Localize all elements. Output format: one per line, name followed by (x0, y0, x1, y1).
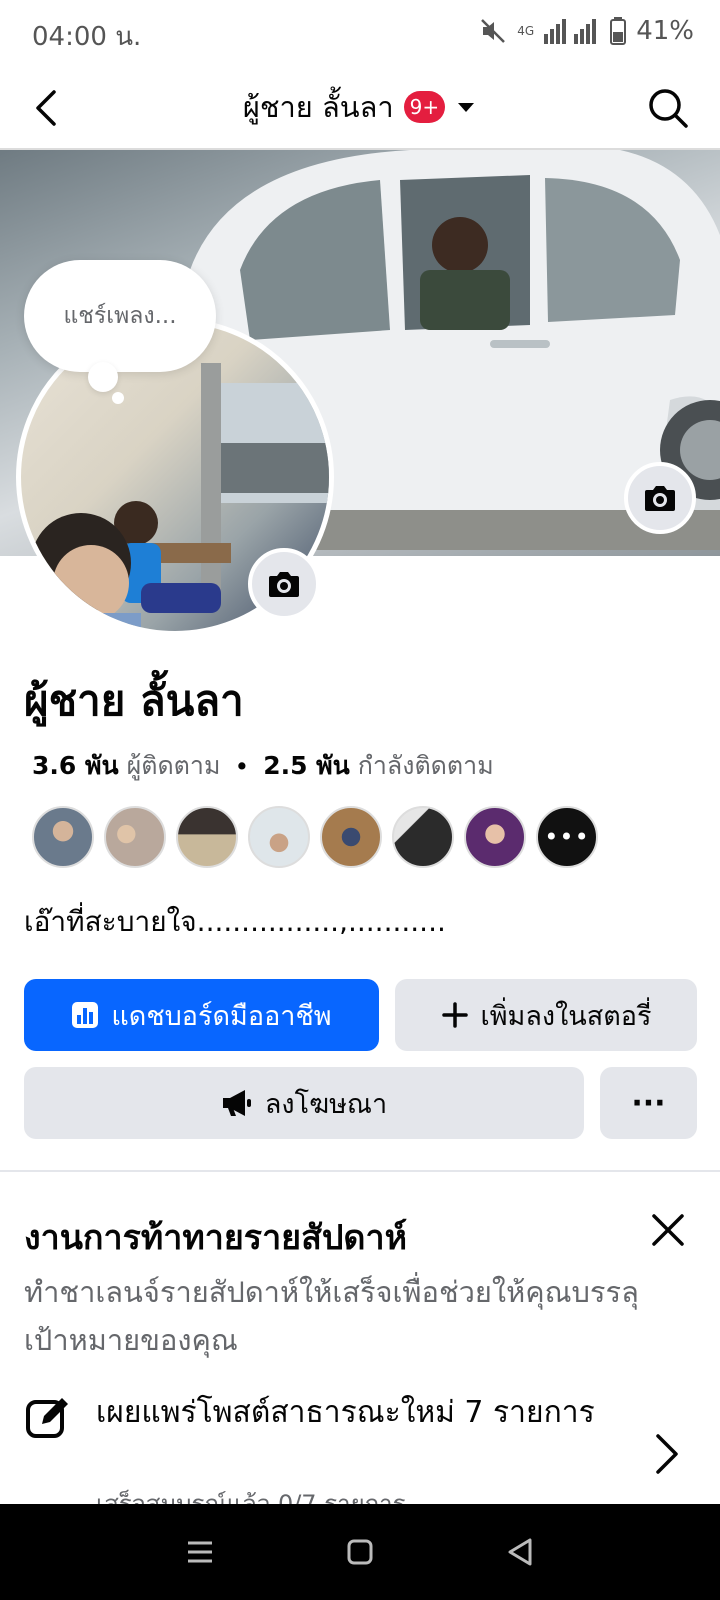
top-app-bar: ผู้ชาย ลั้นลา 9+ (0, 66, 720, 150)
friend-avatar[interactable] (464, 806, 526, 868)
header-title: ผู้ชาย ลั้นลา (242, 90, 394, 124)
following-count[interactable]: 2.5 พัน (263, 746, 350, 786)
followers-label[interactable]: ผู้ติดตาม (127, 746, 221, 786)
friend-avatar[interactable] (320, 806, 382, 868)
megaphone-icon (222, 1090, 251, 1116)
network-type: 4G (517, 24, 535, 38)
mute-icon (481, 19, 506, 43)
notification-badge: 9+ (403, 91, 446, 123)
stats-separator: • (234, 751, 250, 781)
home-square-icon (347, 1539, 373, 1565)
edit-avatar-button[interactable] (248, 548, 320, 620)
more-friends-button[interactable]: ••• (536, 806, 598, 868)
advertise-button[interactable]: ลงโฆษณา (24, 1067, 584, 1139)
dashboard-chart-icon (72, 1002, 99, 1028)
following-label[interactable]: กำลังติดตาม (358, 746, 494, 786)
edit-cover-button[interactable] (624, 462, 696, 534)
followers-count[interactable]: 3.6 พัน (32, 746, 119, 786)
advertise-label: ลงโฆษณา (264, 1088, 388, 1120)
challenge-description: ทำชาเลนจ์รายสัปดาห์ให้เสร็จเพื่อช่วยให้ค… (24, 1275, 639, 1357)
task-title[interactable]: เผยแพร่โพสต์สาธารณะใหม่ 7 รายการ (96, 1390, 616, 1436)
profile-bio: เอ๊าที่สะบายใจ................,.........… (24, 905, 446, 938)
search-icon (649, 89, 688, 128)
system-back-button[interactable] (498, 1530, 542, 1574)
battery-percent: 41% (636, 16, 694, 46)
edit-post-icon (26, 1398, 68, 1438)
recent-apps-button[interactable] (178, 1530, 222, 1574)
signal-icon (544, 19, 597, 44)
chevron-right-icon[interactable] (652, 1432, 682, 1476)
bubble-tail-small (112, 392, 124, 404)
close-challenge-button[interactable] (648, 1210, 688, 1250)
plus-icon (441, 1002, 468, 1028)
more-options-icon: ··· (631, 1085, 666, 1121)
challenge-title: งานการท้าทายรายสัปดาห์ (24, 1218, 407, 1258)
more-friends-icon: ••• (544, 823, 590, 851)
add-story-label: เพิ่มลงในสตอรี่ (480, 1000, 652, 1032)
friend-avatar[interactable] (32, 806, 94, 868)
profile-name: ผู้ชาย ลั้นลา (24, 676, 244, 725)
camera-icon (645, 486, 675, 511)
system-navigation-bar (0, 1504, 720, 1600)
friend-avatar[interactable] (176, 806, 238, 868)
professional-dashboard-button[interactable]: แดชบอร์ดมืออาชีพ (24, 979, 379, 1051)
bubble-text: แชร์เพลง... (63, 303, 177, 329)
status-time: 04:00 น. (32, 22, 142, 52)
add-to-story-button[interactable]: เพิ่มลงในสตอรี่ (395, 979, 697, 1051)
friend-avatar[interactable] (392, 806, 454, 868)
share-song-bubble[interactable]: แชร์เพลง... (24, 260, 216, 372)
profile-switcher[interactable]: ผู้ชาย ลั้นลา 9+ (0, 84, 720, 130)
search-button[interactable] (646, 86, 690, 130)
follow-stats: 3.6 พัน ผู้ติดตาม • 2.5 พัน กำลังติดตาม (32, 746, 494, 786)
status-bar: 04:00 น. 4G 41% (0, 0, 720, 66)
camera-icon (269, 572, 299, 597)
battery-icon (610, 17, 627, 45)
caret-down-icon (458, 103, 475, 112)
menu-icon (188, 1541, 212, 1563)
home-button[interactable] (338, 1530, 382, 1574)
bubble-tail-large (88, 362, 118, 392)
friend-avatar[interactable] (248, 806, 310, 868)
more-options-button[interactable]: ··· (600, 1067, 697, 1139)
back-triangle-icon (508, 1538, 532, 1566)
friend-avatar[interactable] (104, 806, 166, 868)
status-icons: 4G 41% (479, 16, 694, 46)
close-icon (652, 1214, 684, 1246)
friends-avatar-row: ••• (32, 806, 598, 868)
dashboard-label: แดชบอร์ดมืออาชีพ (111, 1000, 332, 1032)
section-divider (0, 1170, 720, 1172)
